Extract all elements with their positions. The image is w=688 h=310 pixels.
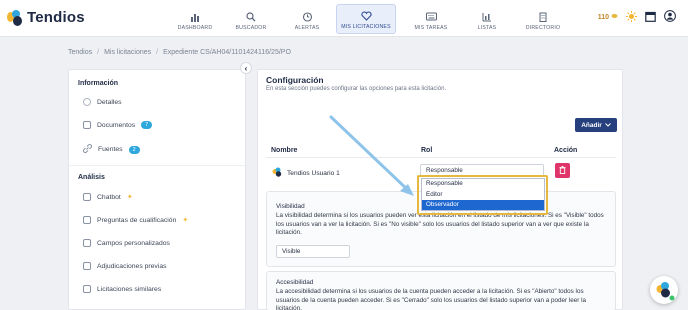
header-tools: 110 xyxy=(598,10,676,24)
awards-icon xyxy=(83,262,91,270)
sidebar-item-label: Documentos xyxy=(97,121,136,129)
similar-icon xyxy=(83,285,91,293)
visibility-title: Visibilidad xyxy=(276,203,305,210)
sidebar-item-preguntas[interactable]: Preguntas de cualificación ✦ xyxy=(83,216,188,224)
sidebar-section-analysis: Análisis xyxy=(78,174,105,181)
sources-count-badge: 2 xyxy=(128,145,140,154)
visibility-select-value: Visible xyxy=(282,248,301,255)
sidebar-section-info: Información xyxy=(78,80,119,87)
top-navbar: Tendios DASHBOARD BUSCADOR ALERTAS MIS L… xyxy=(0,0,688,37)
breadcrumb: Tendios / Mis licitaciones / Expediente … xyxy=(68,49,291,56)
page-title: Configuración xyxy=(266,75,324,85)
sidebar-item-label: Fuentes xyxy=(98,146,123,153)
nav-label: LISTAS xyxy=(477,25,497,31)
page-subtitle: En esta sección puedes configurar las op… xyxy=(266,86,447,92)
nav-label: DIRECTORIO xyxy=(525,25,561,31)
add-button-label: Añadir xyxy=(581,121,602,129)
documents-count-badge: 7 xyxy=(141,121,153,129)
nav-directorio[interactable]: DIRECTORIO xyxy=(516,4,570,34)
list-chart-icon xyxy=(482,11,493,22)
nav-alertas[interactable]: ALERTAS xyxy=(280,4,334,34)
user-icon[interactable] xyxy=(664,10,676,24)
chevron-down-icon xyxy=(604,122,611,129)
breadcrumb-mis-licitaciones[interactable]: Mis licitaciones xyxy=(104,49,151,56)
chevron-left-icon: ‹ xyxy=(244,63,248,73)
brand-name: Tendios xyxy=(27,9,85,26)
brand-logo[interactable]: Tendios xyxy=(7,9,85,26)
sparkle-icon: ✦ xyxy=(126,194,133,201)
breadcrumb-separator: / xyxy=(97,49,100,56)
logo-mark-icon xyxy=(7,9,23,26)
heart-icon xyxy=(360,10,372,21)
help-chat-button[interactable] xyxy=(650,276,678,304)
sidebar-item-label: Adjudicaciones previas xyxy=(97,262,167,270)
calendar-icon[interactable] xyxy=(645,11,656,24)
sidebar-item-adjudicaciones[interactable]: Adjudicaciones previas xyxy=(83,262,167,270)
sidebar-item-chatbot[interactable]: Chatbot ✦ xyxy=(83,193,133,201)
collapse-sidebar-button[interactable]: ‹ xyxy=(240,62,252,74)
alarm-clock-icon xyxy=(302,11,313,22)
main-nav: DASHBOARD BUSCADOR ALERTAS MIS LICITACIO… xyxy=(168,4,572,34)
user-name: Tendios Usuario 1 xyxy=(287,169,340,177)
sparkle-icon: ✦ xyxy=(182,217,189,224)
nav-buscador[interactable]: BUSCADOR xyxy=(224,4,278,34)
link-icon xyxy=(83,144,92,155)
sidebar-item-detalles[interactable]: Detalles xyxy=(83,98,122,106)
nav-label: MIS TAREAS xyxy=(414,25,448,31)
sidebar-divider xyxy=(69,165,245,166)
breadcrumb-home[interactable]: Tendios xyxy=(68,49,92,56)
sidebar: Información Detalles Documentos 7 Fuente… xyxy=(68,69,246,310)
credits-value: 110 xyxy=(597,13,609,21)
breadcrumb-separator: / xyxy=(156,49,159,56)
column-header-name: Nombre xyxy=(271,147,298,154)
logo-mark-icon xyxy=(650,282,678,306)
credits-counter[interactable]: 110 xyxy=(598,13,618,21)
sidebar-item-label: Chatbot xyxy=(97,193,121,201)
sidebar-item-label: Campos personalizados xyxy=(97,239,170,247)
sidebar-item-campos[interactable]: Campos personalizados xyxy=(83,239,170,247)
configuration-panel: Configuración En esta sección puedes con… xyxy=(257,69,623,310)
role-select-value: Responsable xyxy=(426,167,463,174)
nav-label: MIS LICITACIONES xyxy=(341,24,391,30)
dropdown-highlight-frame xyxy=(417,175,548,215)
sun-icon[interactable] xyxy=(626,10,637,24)
column-header-action: Acción xyxy=(554,147,578,154)
user-avatar-icon xyxy=(272,167,282,179)
access-title: Accesibilidad xyxy=(276,279,314,286)
documents-icon xyxy=(83,121,91,129)
delete-user-button[interactable] xyxy=(555,163,570,178)
bar-chart-icon xyxy=(190,11,201,22)
nav-mis-tareas[interactable]: MIS TAREAS xyxy=(404,4,458,34)
access-card: Accesibilidad La accesibilidad determina… xyxy=(266,271,616,310)
visibility-description: La visibilidad determina si los usuarios… xyxy=(276,212,604,237)
keyboard-icon xyxy=(425,11,437,22)
building-icon xyxy=(538,11,549,22)
table-row-user: Tendios Usuario 1 xyxy=(272,167,340,179)
column-header-role: Rol xyxy=(421,147,433,154)
trash-icon xyxy=(559,165,566,176)
fields-icon xyxy=(83,239,91,247)
coin-icon xyxy=(611,13,618,21)
nav-label: ALERTAS xyxy=(294,25,320,31)
access-description: La accesibilidad determina si los usuari… xyxy=(276,288,587,310)
nav-dashboard[interactable]: DASHBOARD xyxy=(168,4,222,34)
search-icon xyxy=(246,11,257,22)
nav-label: DASHBOARD xyxy=(177,25,213,31)
sidebar-item-label: Detalles xyxy=(97,98,122,106)
sidebar-item-documentos[interactable]: Documentos 7 xyxy=(83,121,153,129)
nav-label: BUSCADOR xyxy=(235,25,267,31)
questions-icon xyxy=(83,216,91,224)
breadcrumb-current: Expediente CS/AH04/1101424116/25/PO xyxy=(163,49,291,56)
nav-listas[interactable]: LISTAS xyxy=(460,4,514,34)
visibility-select[interactable]: Visible xyxy=(276,245,350,258)
add-user-button[interactable]: Añadir xyxy=(575,118,617,132)
sidebar-item-label: Preguntas de cualificación xyxy=(97,216,177,224)
nav-mis-licitaciones[interactable]: MIS LICITACIONES xyxy=(336,4,396,34)
sidebar-item-fuentes[interactable]: Fuentes 2 xyxy=(83,144,140,155)
table-divider xyxy=(266,157,616,158)
sidebar-item-similares[interactable]: Licitaciones similares xyxy=(83,285,161,293)
chat-icon xyxy=(83,193,91,201)
info-icon xyxy=(83,98,91,106)
sidebar-item-label: Licitaciones similares xyxy=(97,285,162,293)
